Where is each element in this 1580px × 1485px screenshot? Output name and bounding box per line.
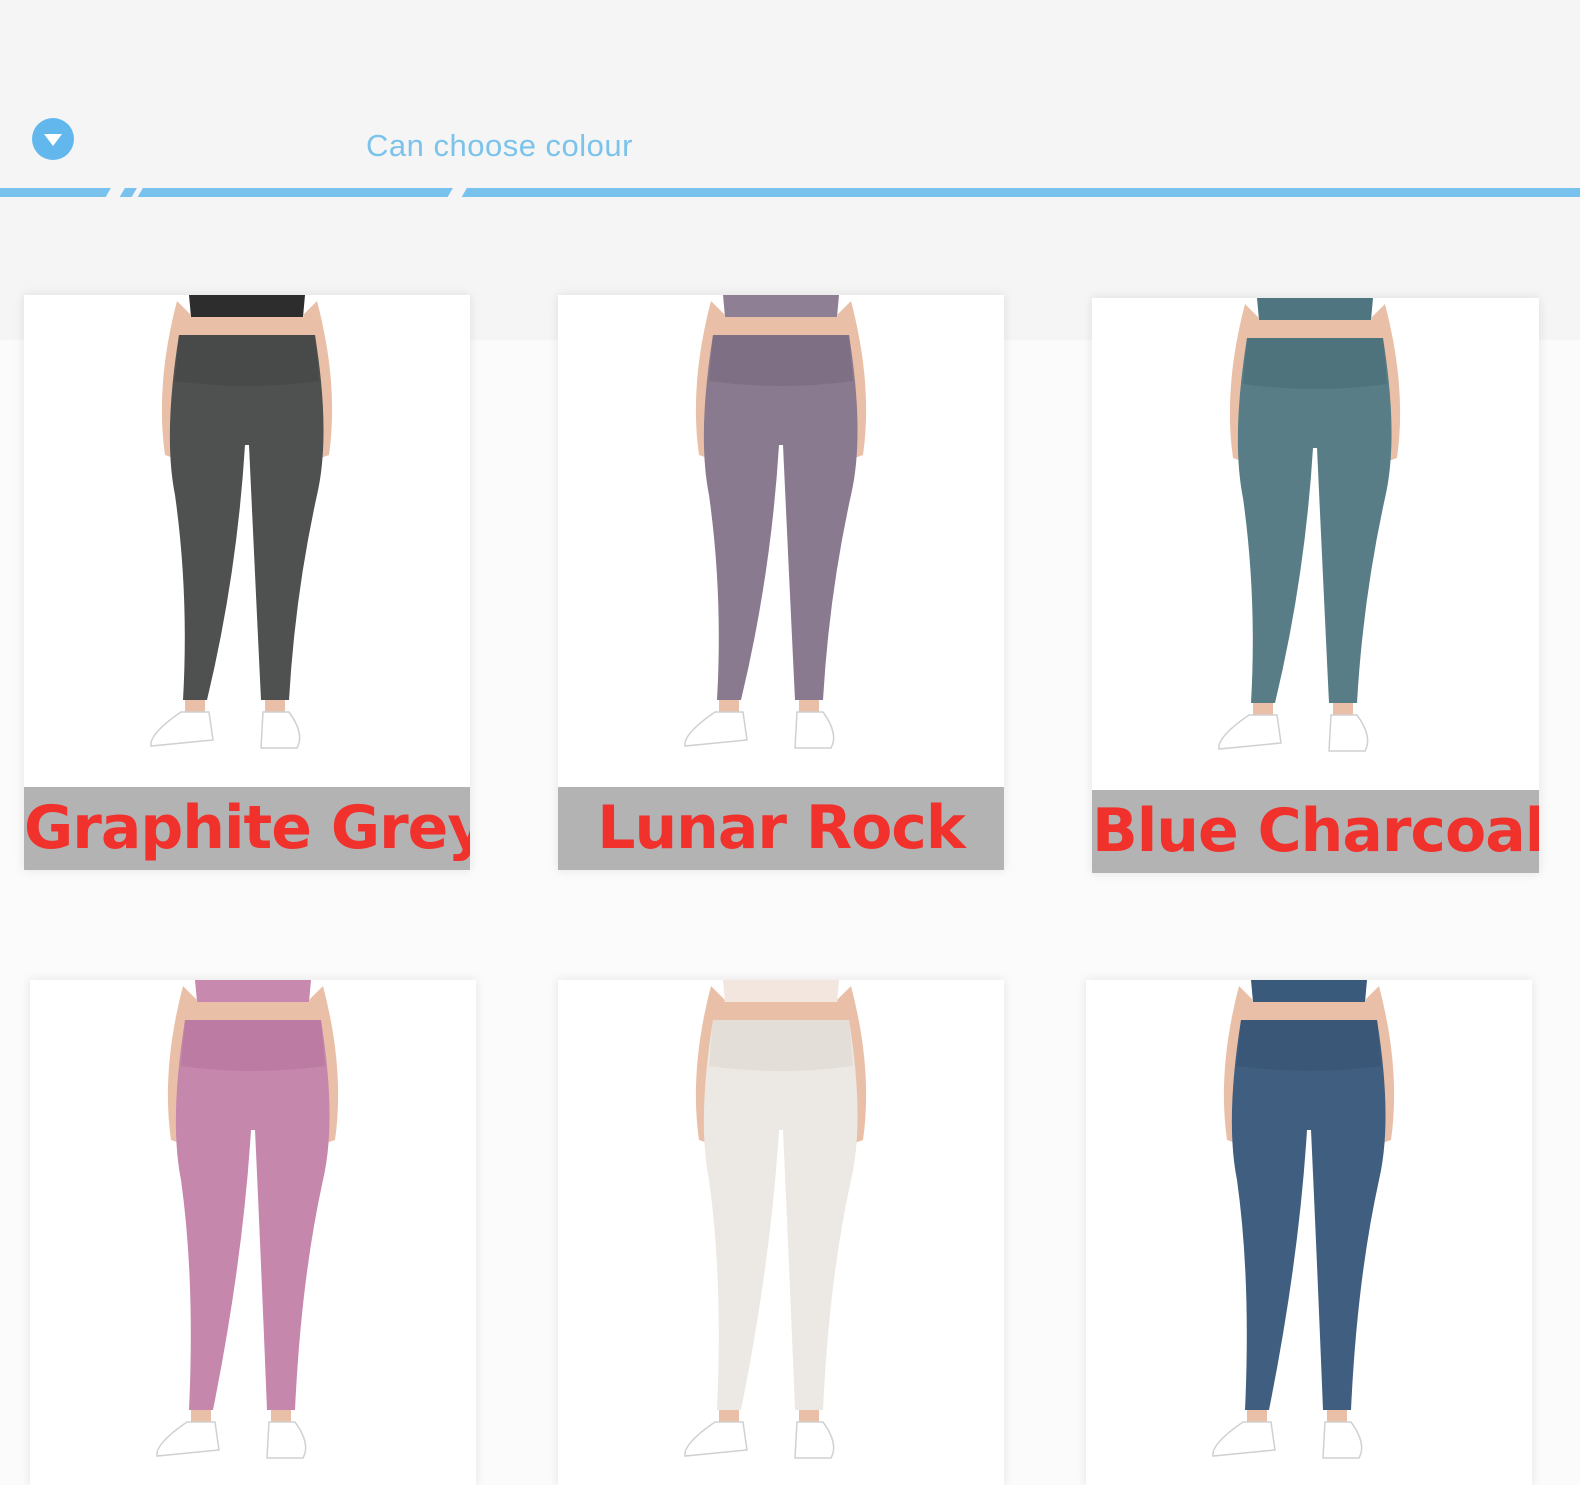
leggings-photo (156, 980, 339, 1459)
left-sneaker (150, 711, 214, 747)
leggings (1237, 338, 1392, 703)
midriff (715, 317, 847, 337)
sports-top (1251, 980, 1367, 1002)
section-title: Can choose colour (366, 128, 633, 163)
sports-top (723, 295, 839, 317)
color-label: Lunar Rock (597, 793, 966, 863)
waistband (1237, 1020, 1381, 1071)
leggings-photo (150, 295, 333, 749)
right-sneaker (260, 711, 301, 749)
leggings (1231, 1020, 1386, 1410)
leggings-photo (684, 980, 867, 1459)
sports-top (189, 295, 305, 317)
leggings (169, 335, 324, 700)
midriff (715, 1002, 847, 1022)
product-card-lunar-rock[interactable]: Lunar Rock (558, 295, 1004, 870)
product-card-blue-charcoal[interactable]: Blue Charcoal (1092, 298, 1539, 873)
sports-top (1257, 298, 1373, 320)
leggings-photo (1212, 980, 1395, 1459)
right-sneaker (794, 1421, 835, 1459)
waistband (709, 1020, 853, 1071)
product-card-graphite-grey[interactable]: Graphite Grey (24, 295, 470, 870)
leggings (703, 335, 858, 700)
midriff (1249, 320, 1381, 340)
color-label-bar: Blue Charcoal (1092, 790, 1539, 873)
leggings-photo (684, 295, 867, 749)
right-sneaker (1328, 714, 1369, 752)
color-label: Blue Charcoal (1092, 796, 1539, 866)
waistband (1243, 338, 1387, 389)
color-label-bar: Lunar Rock (558, 787, 1004, 870)
leggings (175, 1020, 330, 1410)
left-sneaker (684, 711, 748, 747)
midriff (181, 317, 313, 337)
product-card-white[interactable] (558, 980, 1004, 1485)
chevron-down-circle-icon (32, 118, 74, 160)
product-card-navy[interactable] (1086, 980, 1532, 1485)
sports-top (195, 980, 311, 1002)
leggings (703, 1020, 858, 1410)
waistband (175, 335, 319, 386)
color-label-bar: Graphite Grey (24, 787, 470, 870)
section-divider (0, 188, 1580, 197)
right-sneaker (266, 1421, 307, 1459)
leggings-photo (1218, 298, 1401, 752)
left-sneaker (1212, 1421, 1276, 1457)
header-background (0, 0, 1580, 340)
waistband (181, 1020, 325, 1071)
left-sneaker (156, 1421, 220, 1457)
waistband (709, 335, 853, 386)
right-sneaker (1322, 1421, 1363, 1459)
midriff (1243, 1002, 1375, 1022)
color-label: Graphite Grey (24, 793, 470, 863)
midriff (187, 1002, 319, 1022)
product-card-pink[interactable] (30, 980, 476, 1485)
right-sneaker (794, 711, 835, 749)
left-sneaker (684, 1421, 748, 1457)
sports-top (723, 980, 839, 1002)
left-sneaker (1218, 714, 1282, 750)
